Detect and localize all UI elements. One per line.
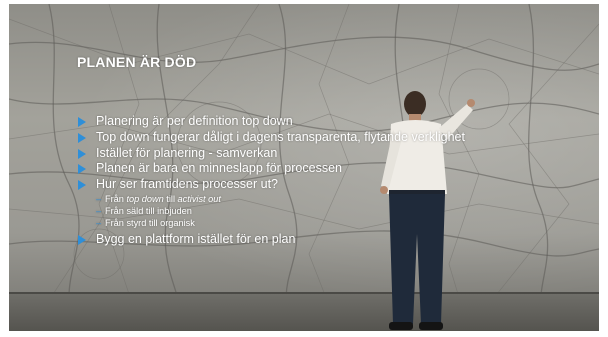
arrow-bullet-icon	[78, 132, 86, 143]
bullet-list: Planering är per definition top down Top…	[77, 114, 547, 247]
bullet-text: Bygg en plattform istället för en plan	[96, 231, 296, 246]
sub-bullet-text-mid: till	[163, 193, 178, 204]
sub-bullet-emphasis: top down	[126, 193, 164, 204]
sub-bullet-item: – Från säld till inbjuden	[77, 205, 547, 217]
arrow-bullet-icon	[78, 148, 86, 159]
dash-bullet-icon: –	[96, 206, 102, 217]
sub-bullet-item: – Från styrd till organisk	[77, 217, 547, 229]
sub-bullet-text: Från styrd till organisk	[105, 218, 195, 229]
floor	[9, 294, 599, 331]
slide-title: PLANEN ÄR DÖD	[77, 54, 197, 70]
arrow-bullet-icon	[78, 117, 86, 127]
dash-bullet-icon: –	[96, 193, 102, 204]
bullet-item: Planen är bara en minneslapp för process…	[77, 161, 547, 177]
arrow-bullet-icon	[78, 164, 86, 175]
arrow-bullet-icon	[78, 234, 86, 245]
slide: PLANEN ÄR DÖD Planering är per definitio…	[9, 4, 599, 331]
slide-frame: PLANEN ÄR DÖD Planering är per definitio…	[0, 0, 608, 337]
sub-bullet-emphasis: activist out	[177, 193, 221, 204]
bullet-text: Top down fungerar dåligt i dagens transp…	[96, 129, 465, 144]
bullet-item: Planering är per definition top down	[77, 114, 547, 130]
bullet-text: Planering är per definition top down	[96, 114, 293, 128]
arrow-bullet-icon	[78, 180, 86, 191]
bullet-item: Bygg en plattform istället för en plan	[77, 232, 547, 248]
dash-bullet-icon: –	[96, 218, 102, 229]
sub-bullet-text: Från säld till inbjuden	[105, 206, 192, 217]
bullet-item: Top down fungerar dåligt i dagens transp…	[77, 130, 547, 146]
bullet-text: Planen är bara en minneslapp för process…	[96, 161, 342, 176]
sub-bullet-item: – Från top down till activist out	[77, 193, 547, 205]
sub-bullet-text-pre: Från	[105, 193, 127, 204]
bullet-item: Istället för planering - samverkan	[77, 146, 547, 162]
bullet-item: Hur ser framtidens processer ut?	[77, 177, 547, 193]
bullet-text: Hur ser framtidens processer ut?	[96, 177, 279, 192]
bullet-text: Istället för planering - samverkan	[96, 145, 278, 160]
